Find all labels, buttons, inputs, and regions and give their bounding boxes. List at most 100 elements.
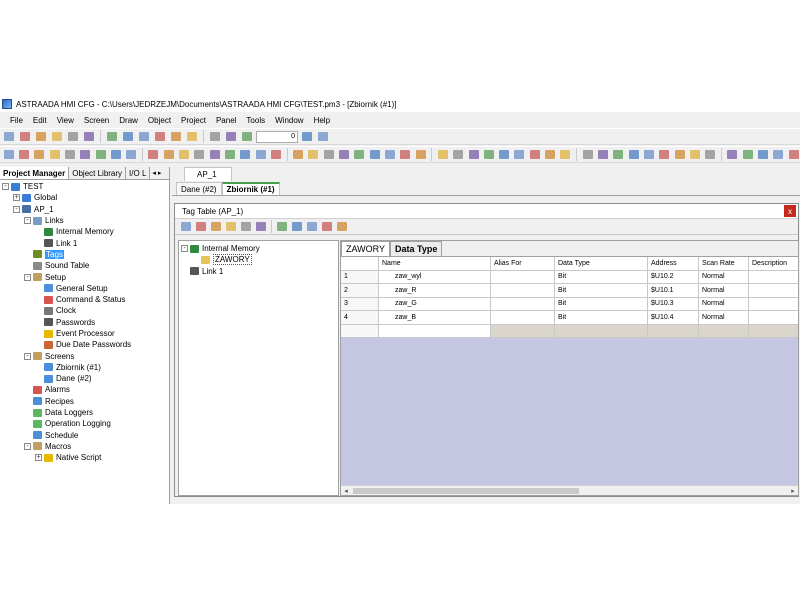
object-toolbar-button-31[interactable] xyxy=(482,148,495,161)
menu-view[interactable]: View xyxy=(57,116,74,125)
object-toolbar-button-27[interactable] xyxy=(414,148,427,161)
tree-node[interactable]: - Internal Memory xyxy=(179,243,338,254)
object-toolbar-button-49[interactable] xyxy=(772,148,785,161)
object-toolbar-button-9[interactable] xyxy=(125,148,138,161)
object-toolbar-button-30[interactable] xyxy=(467,148,480,161)
object-toolbar-button-46[interactable] xyxy=(726,148,739,161)
tree-node[interactable]: - Setup xyxy=(0,271,169,282)
table-cell[interactable]: zaw_B xyxy=(379,311,491,325)
object-toolbar-button-13[interactable] xyxy=(193,148,206,161)
toolbar-button-16[interactable] xyxy=(300,130,314,143)
object-toolbar-button-2[interactable] xyxy=(17,148,30,161)
tree-node[interactable]: - Screens xyxy=(0,350,169,361)
toolbar-button-13[interactable] xyxy=(208,130,222,143)
table-cell[interactable]: $U10.2 xyxy=(648,270,699,284)
object-toolbar-button-36[interactable] xyxy=(559,148,572,161)
tag-toolbar-button-6[interactable] xyxy=(254,220,268,233)
table-cell[interactable]: zaw_R xyxy=(379,284,491,298)
scroll-thumb[interactable] xyxy=(353,488,579,494)
toolbar-button-1[interactable] xyxy=(2,130,16,143)
empty-cell[interactable] xyxy=(491,324,555,338)
tab-zawory[interactable]: ZAWORY xyxy=(341,241,391,256)
toolbar-button-17[interactable] xyxy=(316,130,330,143)
tree-node[interactable]: - TEST xyxy=(0,181,169,192)
object-toolbar-button-42[interactable] xyxy=(658,148,671,161)
collapse-icon[interactable]: - xyxy=(24,217,31,225)
object-toolbar-button-18[interactable] xyxy=(269,148,282,161)
row-number[interactable]: 3 xyxy=(341,297,379,311)
object-toolbar-button-34[interactable] xyxy=(528,148,541,161)
tab-scroll-left-icon[interactable]: ◂ xyxy=(152,169,156,177)
column-header[interactable]: Data Type xyxy=(555,257,648,271)
menu-panel[interactable]: Panel xyxy=(216,116,236,125)
object-toolbar-button-23[interactable] xyxy=(353,148,366,161)
object-toolbar-button-17[interactable] xyxy=(254,148,267,161)
table-cell[interactable] xyxy=(749,311,798,325)
object-toolbar-button-41[interactable] xyxy=(642,148,655,161)
column-header[interactable] xyxy=(341,257,379,271)
table-cell[interactable]: Normal xyxy=(699,284,749,298)
tree-node[interactable]: ZAWORY xyxy=(179,254,338,266)
table-cell[interactable]: $U10.1 xyxy=(648,284,699,298)
object-toolbar-button-8[interactable] xyxy=(109,148,122,161)
column-header[interactable]: Name xyxy=(379,257,491,271)
column-header[interactable]: Alias For xyxy=(491,257,555,271)
object-toolbar-button-32[interactable] xyxy=(498,148,511,161)
object-toolbar-button-44[interactable] xyxy=(688,148,701,161)
tree-node[interactable]: Command & Status xyxy=(0,294,169,305)
tab-ap-1[interactable]: AP_1 xyxy=(184,167,232,181)
horizontal-scrollbar[interactable]: ◂ ▸ xyxy=(341,485,798,495)
tag-toolbar-button-1[interactable] xyxy=(179,220,193,233)
table-cell[interactable] xyxy=(749,270,798,284)
object-toolbar-button-10[interactable] xyxy=(147,148,160,161)
zoom-input[interactable]: 0 xyxy=(256,130,298,143)
toolbar-button-2[interactable] xyxy=(18,130,32,143)
table-cell[interactable]: $U10.4 xyxy=(648,311,699,325)
tag-toolbar-button-4[interactable] xyxy=(224,220,238,233)
collapse-icon[interactable]: - xyxy=(181,245,188,253)
table-cell[interactable]: Bit xyxy=(555,311,648,325)
object-toolbar-button-20[interactable] xyxy=(307,148,320,161)
object-toolbar-button-19[interactable] xyxy=(292,148,305,161)
object-toolbar-button-45[interactable] xyxy=(704,148,717,161)
tree-node[interactable]: + Global xyxy=(0,192,169,203)
empty-cell[interactable] xyxy=(699,324,749,338)
expand-icon[interactable]: + xyxy=(35,454,42,462)
object-toolbar-button-28[interactable] xyxy=(436,148,449,161)
tree-node[interactable]: Link 1 xyxy=(179,266,338,277)
toolbar-button-6[interactable] xyxy=(82,130,96,143)
empty-cell[interactable] xyxy=(555,324,648,338)
tree-node[interactable]: Recipes xyxy=(0,396,169,407)
object-toolbar-button-15[interactable] xyxy=(223,148,236,161)
toolbar-button-14[interactable] xyxy=(224,130,238,143)
table-cell[interactable]: Bit xyxy=(555,270,648,284)
toolbar-button-12[interactable] xyxy=(185,130,199,143)
table-cell[interactable] xyxy=(749,297,798,311)
close-icon[interactable]: x xyxy=(784,205,796,217)
table-row[interactable]: 3 zaw_G Bit $U10.3 Normal xyxy=(341,297,798,311)
toolbar-button-3[interactable] xyxy=(34,130,48,143)
menu-edit[interactable]: Edit xyxy=(33,116,47,125)
tag-toolbar-button-11[interactable] xyxy=(335,220,349,233)
tree-node[interactable]: Tags xyxy=(0,249,169,260)
table-row[interactable]: 2 zaw_R Bit $U10.1 Normal xyxy=(341,284,798,298)
tag-toolbar-button-9[interactable] xyxy=(305,220,319,233)
object-toolbar-button-25[interactable] xyxy=(383,148,396,161)
collapse-icon[interactable]: - xyxy=(13,205,20,213)
tag-toolbar-button-8[interactable] xyxy=(290,220,304,233)
tab-io[interactable]: I/O L xyxy=(126,167,151,179)
menu-file[interactable]: File xyxy=(10,116,23,125)
object-toolbar-button-35[interactable] xyxy=(543,148,556,161)
table-cell[interactable]: $U10.3 xyxy=(648,297,699,311)
tag-toolbar-button-10[interactable] xyxy=(320,220,334,233)
object-toolbar-button-4[interactable] xyxy=(48,148,61,161)
menu-object[interactable]: Object xyxy=(148,116,171,125)
table-row[interactable]: 4 zaw_B Bit $U10.4 Normal xyxy=(341,311,798,325)
scroll-right-icon[interactable]: ▸ xyxy=(788,487,798,495)
empty-cell[interactable] xyxy=(379,324,491,338)
menu-screen[interactable]: Screen xyxy=(84,116,109,125)
object-toolbar-button-7[interactable] xyxy=(94,148,107,161)
tag-toolbar-button-3[interactable] xyxy=(209,220,223,233)
tree-node[interactable]: Operation Logging xyxy=(0,418,169,429)
row-number[interactable]: 2 xyxy=(341,284,379,298)
